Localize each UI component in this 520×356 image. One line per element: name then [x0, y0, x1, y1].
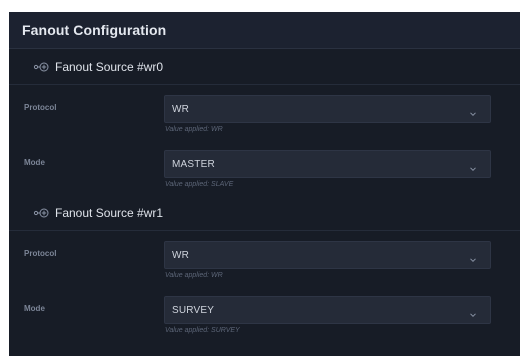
fanout-source-title: Fanout Source #wr0	[55, 59, 164, 74]
protocol-applied-value: Value applied: WR	[165, 126, 223, 133]
mode-select[interactable]: SURVEY	[164, 296, 491, 324]
protocol-select[interactable]: WR	[164, 241, 491, 269]
mode-label: Mode	[24, 304, 45, 313]
form-row-protocol: Protocol WR Value applied: WR	[9, 231, 520, 286]
chevron-down-icon	[469, 105, 477, 117]
protocol-label: Protocol	[24, 103, 57, 112]
chevron-down-icon	[469, 251, 477, 263]
mode-applied-value: Value applied: SURVEY	[165, 327, 240, 334]
fanout-source-header-wr1: Fanout Source #wr1	[9, 195, 520, 231]
panel-header: Fanout Configuration	[9, 12, 520, 49]
protocol-applied-value: Value applied: WR	[165, 272, 223, 279]
mode-select-value: MASTER	[172, 158, 215, 170]
mode-applied-value: Value applied: SLAVE	[165, 181, 234, 188]
mode-select-value: SURVEY	[172, 304, 215, 316]
protocol-select-value: WR	[172, 103, 190, 115]
fanout-configuration-panel: Fanout Configuration Fanout Source #wr0 …	[9, 12, 520, 356]
link-plus-icon	[33, 207, 49, 219]
chevron-down-icon	[469, 306, 477, 318]
fanout-source-header-wr0: Fanout Source #wr0	[9, 49, 520, 85]
fanout-source-title: Fanout Source #wr1	[55, 205, 164, 220]
panel-title: Fanout Configuration	[22, 22, 167, 38]
form-row-mode: Mode SURVEY Value applied: SURVEY	[9, 286, 520, 341]
form-row-mode: Mode MASTER Value applied: SLAVE	[9, 140, 520, 195]
mode-label: Mode	[24, 158, 45, 167]
protocol-select[interactable]: WR	[164, 95, 491, 123]
mode-select[interactable]: MASTER	[164, 150, 491, 178]
chevron-down-icon	[469, 160, 477, 172]
protocol-select-value: WR	[172, 249, 190, 261]
link-plus-icon	[33, 61, 49, 73]
protocol-label: Protocol	[24, 249, 57, 258]
form-row-protocol: Protocol WR Value applied: WR	[9, 85, 520, 140]
